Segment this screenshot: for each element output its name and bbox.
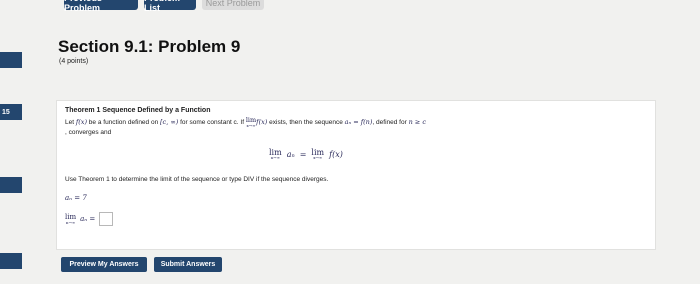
lim-subscript-x: x→∞ xyxy=(246,123,256,128)
display-limit-right: lim x→∞ xyxy=(311,149,324,160)
math-interval: [c, ∞) xyxy=(160,118,179,127)
math-n-ge-c: n ≥ c xyxy=(408,118,426,127)
left-side-tab-2[interactable]: 15 xyxy=(0,104,22,120)
given-sequence: aₙ = 7 xyxy=(65,194,87,202)
text-let: Let xyxy=(65,119,76,127)
lim-subscript-x-2: x→∞ xyxy=(313,155,323,160)
text-defined-for: , defined for xyxy=(372,119,409,127)
left-side-tab-3[interactable] xyxy=(0,177,22,193)
display-an: aₙ xyxy=(286,150,295,159)
left-side-tab-1[interactable] xyxy=(0,52,22,68)
display-equation: lim n→∞ aₙ = lim x→∞ f(x) xyxy=(269,149,343,160)
lim-subscript-n: n→∞ xyxy=(270,155,280,160)
preview-answers-button[interactable]: Preview My Answers xyxy=(61,257,147,272)
answer-lhs: aₙ = xyxy=(80,215,96,223)
display-equals: = xyxy=(299,150,307,159)
math-fx-2: f(x) xyxy=(256,118,268,127)
left-side-tab-4[interactable] xyxy=(0,253,22,269)
math-fx: f(x) xyxy=(75,118,87,127)
theorem-title: Theorem 1 Sequence Defined by a Function xyxy=(65,107,211,114)
inline-limit: lim x→∞ xyxy=(246,117,256,128)
next-problem-button: Next Problem xyxy=(202,0,264,10)
answer-input[interactable] xyxy=(99,212,114,226)
previous-problem-button[interactable]: Previous Problem xyxy=(64,0,138,13)
instruction-text: Use Theorem 1 to determine the limit of … xyxy=(65,176,329,183)
display-limit-left: lim n→∞ xyxy=(269,149,282,160)
text-exists: exists, then the sequence xyxy=(267,119,345,127)
answer-limit: lim n→∞ xyxy=(65,213,76,225)
math-an-def: aₙ = f(n) xyxy=(344,118,373,127)
submit-answers-button[interactable]: Submit Answers xyxy=(154,257,222,272)
text-constant: for some constant c. If xyxy=(178,119,246,127)
answer-row: lim n→∞ aₙ = xyxy=(65,212,114,226)
theorem-body: Let f(x) be a function defined on [c, ∞)… xyxy=(65,117,645,138)
text-defined-on: be a function defined on xyxy=(87,119,161,127)
points-label: (4 points) xyxy=(59,58,89,65)
problem-list-button[interactable]: Problem List xyxy=(144,0,196,13)
display-fx: f(x) xyxy=(329,150,343,159)
page-title: Section 9.1: Problem 9 xyxy=(58,37,241,56)
problem-panel: Theorem 1 Sequence Defined by a Function… xyxy=(56,100,656,250)
lim-subscript-n-2: n→∞ xyxy=(65,219,76,225)
text-converges: , converges and xyxy=(65,129,112,137)
